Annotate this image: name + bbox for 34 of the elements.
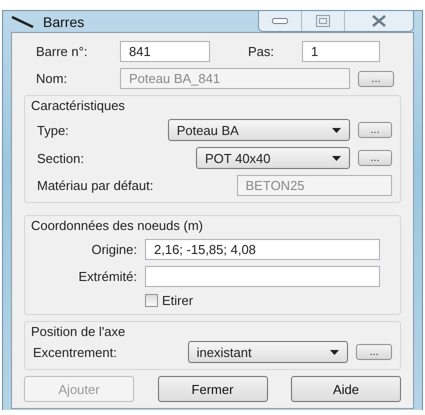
input-field[interactable]: 841 (120, 41, 210, 62)
browse-button[interactable]: ... (356, 344, 392, 360)
field-label: Excentrement: (33, 344, 118, 360)
input-field[interactable] (145, 266, 380, 287)
field-label: Matériau par défaut: (37, 178, 154, 193)
field-label: Barre n°: (36, 44, 88, 59)
dialog-button[interactable]: Aide (291, 376, 401, 402)
field-label: Extrémité: (77, 269, 137, 284)
field-label: Section: (37, 150, 85, 166)
browse-button[interactable]: ... (358, 122, 392, 138)
group-title: Position de l'axe (31, 324, 126, 339)
group-title: Caractéristiques (31, 98, 126, 113)
bar-icon (11, 14, 35, 28)
close-icon[interactable] (371, 15, 387, 27)
field-label: Type: (37, 122, 70, 138)
minimize-icon[interactable] (272, 18, 288, 24)
field-label: Origine: (90, 242, 137, 257)
input-field[interactable]: 2,16; -15,85; 4,08 (145, 239, 380, 260)
checkbox[interactable] (145, 294, 158, 307)
browse-button[interactable]: ... (358, 150, 392, 166)
maximize-icon[interactable] (316, 15, 330, 27)
dropdown[interactable]: POT 40x40 (196, 147, 350, 169)
group-title: Coordonnées des noeuds (m) (31, 218, 204, 233)
input-field[interactable]: 1 (302, 41, 380, 62)
window-title: Barres (43, 14, 84, 30)
dropdown-caret-icon (330, 350, 340, 354)
dropdown[interactable]: Poteau BA (168, 119, 350, 141)
dialog-button[interactable]: Fermer (158, 376, 268, 402)
field-label: Pas: (248, 44, 276, 59)
checkbox-label: Etirer (162, 293, 194, 308)
dropdown-caret-icon (332, 128, 341, 132)
field-label: Nom: (36, 71, 68, 86)
dropdown-caret-icon (332, 156, 341, 160)
dropdown[interactable]: inexistant (188, 341, 348, 363)
